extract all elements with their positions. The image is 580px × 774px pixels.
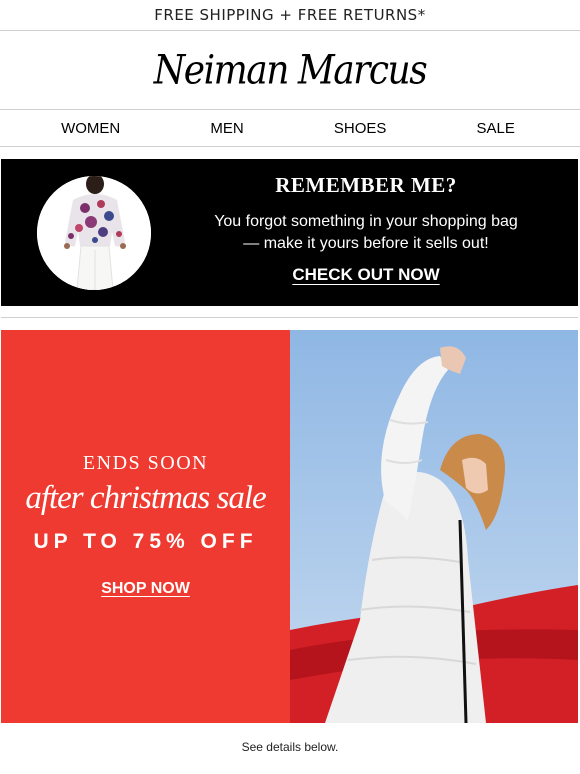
floral-blouse-image <box>37 176 151 290</box>
divider <box>1 317 578 318</box>
abandoned-cart-banner: REMEMBER ME? You forgot something in you… <box>1 159 578 306</box>
reminder-body-line: — make it yours before it sells out! <box>243 235 489 252</box>
sale-offer: UP TO 75% OFF <box>33 530 258 553</box>
promo-bar: FREE SHIPPING + FREE RETURNS* <box>0 0 580 30</box>
sale-headline: after christmas sale <box>25 480 266 516</box>
reminder-body-line: You forgot something in your shopping ba… <box>214 213 518 230</box>
nav-item-shoes[interactable]: SHOES <box>334 120 387 137</box>
reminder-body: You forgot something in your shopping ba… <box>177 211 555 255</box>
divider <box>0 146 580 147</box>
product-thumbnail[interactable] <box>37 176 151 290</box>
nav-item-sale[interactable]: SALE <box>477 120 515 137</box>
sale-kicker: ENDS SOON <box>82 452 209 474</box>
details-note: See details below. <box>241 740 339 754</box>
sale-hero-banner[interactable]: ENDS SOON after christmas sale UP TO 75%… <box>1 330 578 723</box>
main-nav: WOMEN MEN SHOES SALE <box>0 110 580 146</box>
reminder-title: REMEMBER ME? <box>275 173 457 197</box>
model-in-white-coat-image <box>290 330 578 723</box>
checkout-cta-wrap: CHECK OUT NOW <box>191 265 541 285</box>
check-out-now-link[interactable]: CHECK OUT NOW <box>292 265 439 284</box>
brand-logo[interactable]: Neiman Marcus <box>0 31 580 109</box>
nav-item-women[interactable]: WOMEN <box>61 120 120 137</box>
shop-now-link[interactable]: SHOP NOW <box>101 580 190 597</box>
nav-item-men[interactable]: MEN <box>210 120 243 137</box>
shop-now-wrap: SHOP NOW <box>1 580 290 598</box>
sale-promo-panel: ENDS SOON after christmas sale UP TO 75%… <box>1 330 290 723</box>
hero-photo[interactable] <box>290 330 578 723</box>
brand-logo-text: Neiman Marcus <box>153 47 428 93</box>
promo-bar-text: FREE SHIPPING + FREE RETURNS* <box>154 6 426 24</box>
